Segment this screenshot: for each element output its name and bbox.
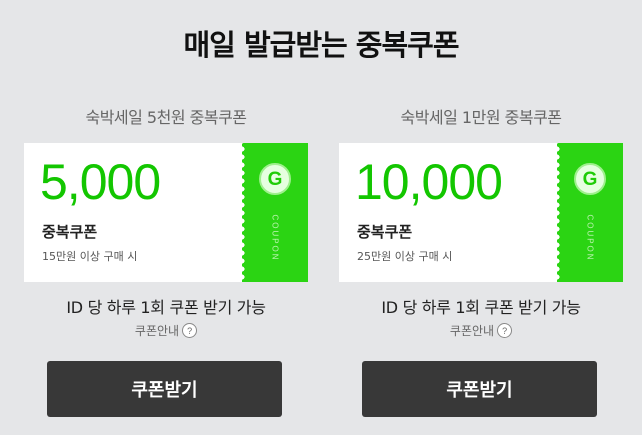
coupon-card: 10,000 중복쿠폰 25만원 이상 구매 시 G COUPON: [339, 143, 623, 282]
question-icon[interactable]: ?: [182, 323, 198, 338]
coupon-subtitle: 숙박세일 1만원 중복쿠폰: [400, 108, 562, 127]
coupon-column-10000: 숙박세일 1만원 중복쿠폰 10,000 중복쿠폰 25만원 이상 구매 시 G…: [339, 0, 623, 435]
coupon-guide-link[interactable]: 쿠폰안내 ?: [24, 322, 308, 339]
coupon-condition: 25만원 이상 구매 시: [357, 250, 453, 263]
coupon-body: 5,000 중복쿠폰 15만원 이상 구매 시: [24, 143, 242, 282]
coupon-tab-label: COUPON: [270, 214, 280, 262]
coupon-tab: G COUPON: [553, 143, 623, 282]
coupon-perforation: [553, 143, 561, 282]
coupon-amount: 10,000: [355, 154, 503, 210]
coupon-perforation: [238, 143, 246, 282]
coupon-body: 10,000 중복쿠폰 25만원 이상 구매 시: [339, 143, 557, 282]
coupon-column-5000: 숙박세일 5천원 중복쿠폰 5,000 중복쿠폰 15만원 이상 구매 시 G …: [24, 0, 308, 435]
coupon-subtitle: 숙박세일 5천원 중복쿠폰: [85, 108, 247, 127]
coupon-type: 중복쿠폰: [357, 223, 413, 241]
coupon-guide-label: 쿠폰안내: [134, 324, 180, 338]
g-logo-icon: G: [259, 163, 291, 195]
question-icon[interactable]: ?: [497, 323, 513, 338]
coupon-tab-label: COUPON: [585, 214, 595, 262]
g-logo-letter: G: [582, 168, 598, 190]
coupon-type: 중복쿠폰: [42, 223, 98, 241]
g-logo-icon: G: [574, 163, 606, 195]
coupon-amount: 5,000: [40, 154, 161, 210]
get-coupon-button[interactable]: 쿠폰받기: [47, 361, 282, 417]
coupon-limit-text: ID 당 하루 1회 쿠폰 받기 가능: [381, 298, 581, 317]
coupon-guide-label: 쿠폰안내: [449, 324, 495, 338]
coupon-condition: 15만원 이상 구매 시: [42, 250, 138, 263]
coupon-card: 5,000 중복쿠폰 15만원 이상 구매 시 G COUPON: [24, 143, 308, 282]
coupon-limit-text: ID 당 하루 1회 쿠폰 받기 가능: [66, 298, 266, 317]
coupon-guide-link[interactable]: 쿠폰안내 ?: [339, 322, 623, 339]
coupon-tab: G COUPON: [238, 143, 308, 282]
get-coupon-button[interactable]: 쿠폰받기: [362, 361, 597, 417]
g-logo-letter: G: [267, 168, 283, 190]
